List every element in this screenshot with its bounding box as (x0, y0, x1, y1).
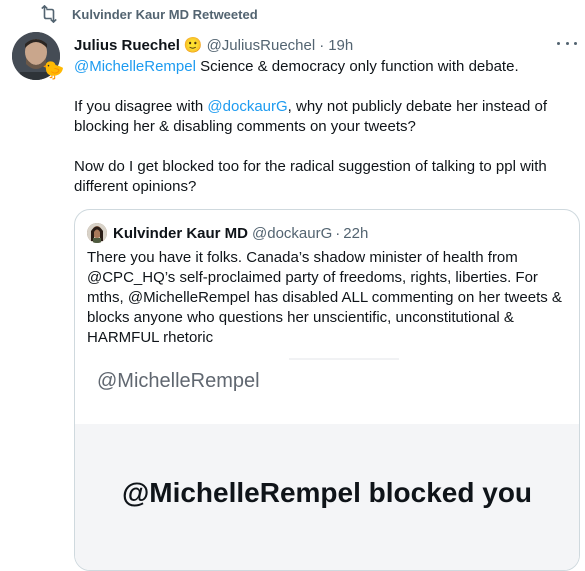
separator-dot: · (335, 224, 341, 242)
tweet-text-segment: Science & democracy only function with d… (195, 58, 519, 75)
author-name[interactable]: Julius Ruechel (74, 37, 180, 54)
more-icon[interactable] (557, 36, 577, 50)
tweet-time[interactable]: 19h (328, 37, 353, 54)
image-divider (289, 358, 399, 360)
author-handle[interactable]: @JuliusRuechel (207, 37, 316, 54)
tweet-paragraph: If you disagree with @dockaurG, why not … (74, 97, 574, 137)
tweet-paragraph: @MichelleRempel Science & democracy only… (74, 57, 574, 77)
mention-link[interactable]: @MichelleRempel (74, 58, 196, 75)
image-blocked-text: @MichelleRempel blocked you (121, 477, 533, 508)
separator-dot: · (319, 36, 325, 54)
tweet-text: @MichelleRempel Science & democracy only… (74, 57, 574, 217)
tweet-text-segment: Now do I get blocked too for the radical… (74, 158, 547, 195)
author-emoji: 🙂 (183, 37, 203, 54)
quoted-author-name: Kulvinder Kaur MD (113, 224, 249, 242)
quoted-tweet-header: Kulvinder Kaur MD @dockaurG · 22h (87, 222, 368, 244)
quoted-tweet[interactable]: Kulvinder Kaur MD @dockaurG · 22h There … (74, 209, 580, 571)
quoted-avatar (87, 223, 107, 243)
quoted-tweet-image[interactable]: @MichelleRempel @MichelleRempel blocked … (75, 358, 579, 570)
quoted-tweet-time: 22h (343, 224, 369, 242)
retweet-banner[interactable]: Kulvinder Kaur MD Retweeted (38, 4, 258, 24)
avatar-badge-icon: 🐤 (42, 60, 65, 80)
retweet-banner-text: Kulvinder Kaur MD Retweeted (72, 6, 258, 22)
tweet-header: Julius Ruechel 🙂 @JuliusRuechel · 19h (74, 34, 571, 56)
quoted-author-handle: @dockaurG (252, 224, 333, 242)
tweet-text-segment: If you disagree with (74, 98, 208, 115)
quoted-tweet-text: There you have it folks. Canada’s shadow… (87, 249, 562, 346)
image-handle-text: @MichelleRempel (97, 370, 260, 392)
tweet-paragraph: Now do I get blocked too for the radical… (74, 157, 574, 197)
retweet-icon (41, 5, 57, 23)
mention-link[interactable]: @dockaurG (207, 98, 287, 115)
